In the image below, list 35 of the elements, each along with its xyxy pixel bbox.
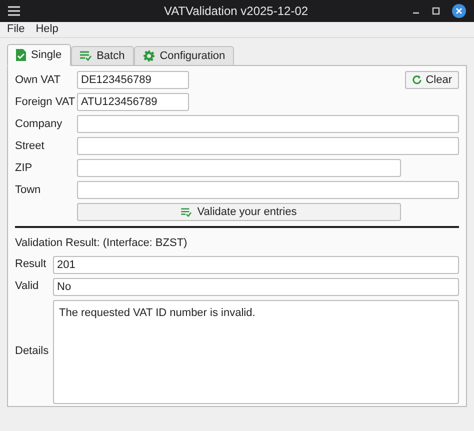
field-label: Town xyxy=(15,182,42,198)
details-area[interactable]: The requested VAT ID number is invalid. xyxy=(53,300,459,404)
maximize-icon[interactable] xyxy=(432,7,440,15)
menu-item[interactable]: File xyxy=(7,21,25,38)
window-title: VATValidation v2025-12-02 xyxy=(162,3,310,20)
clear-button[interactable]: Clear xyxy=(404,71,459,89)
field-label: Result xyxy=(15,257,48,272)
document-icon xyxy=(16,49,26,61)
close-icon[interactable] xyxy=(452,4,466,18)
gear-icon xyxy=(142,50,155,62)
list-icon xyxy=(80,51,92,61)
input-field[interactable] xyxy=(77,137,459,155)
field-label: Street xyxy=(15,138,46,154)
field-label: Valid xyxy=(15,279,40,294)
input-field[interactable]: ATU123456789 xyxy=(77,93,189,111)
input-field[interactable] xyxy=(77,115,459,133)
tab[interactable]: Batch xyxy=(70,46,134,65)
menu-item[interactable]: Help xyxy=(36,21,58,38)
field-label: ZIP xyxy=(15,160,34,176)
input-field[interactable]: 201 xyxy=(53,256,459,274)
field-label: Own VAT xyxy=(15,72,62,88)
tab[interactable]: Configuration xyxy=(134,46,234,65)
input-field[interactable]: DE123456789 xyxy=(77,71,189,89)
input-field[interactable]: No xyxy=(53,278,459,296)
field-label: Details xyxy=(15,344,50,360)
input-field[interactable] xyxy=(77,181,459,199)
input-field[interactable] xyxy=(77,159,401,177)
tab[interactable]: Single xyxy=(7,44,71,66)
field-label: Foreign VAT xyxy=(15,94,76,110)
validate-button[interactable]: Validate your entries xyxy=(77,203,401,221)
field-label: Company xyxy=(15,116,64,132)
menu-icon[interactable] xyxy=(8,6,20,16)
result-heading: Validation Result: (Interface: BZST) xyxy=(15,236,188,251)
refresh-icon xyxy=(412,75,422,85)
list-icon xyxy=(181,208,192,216)
